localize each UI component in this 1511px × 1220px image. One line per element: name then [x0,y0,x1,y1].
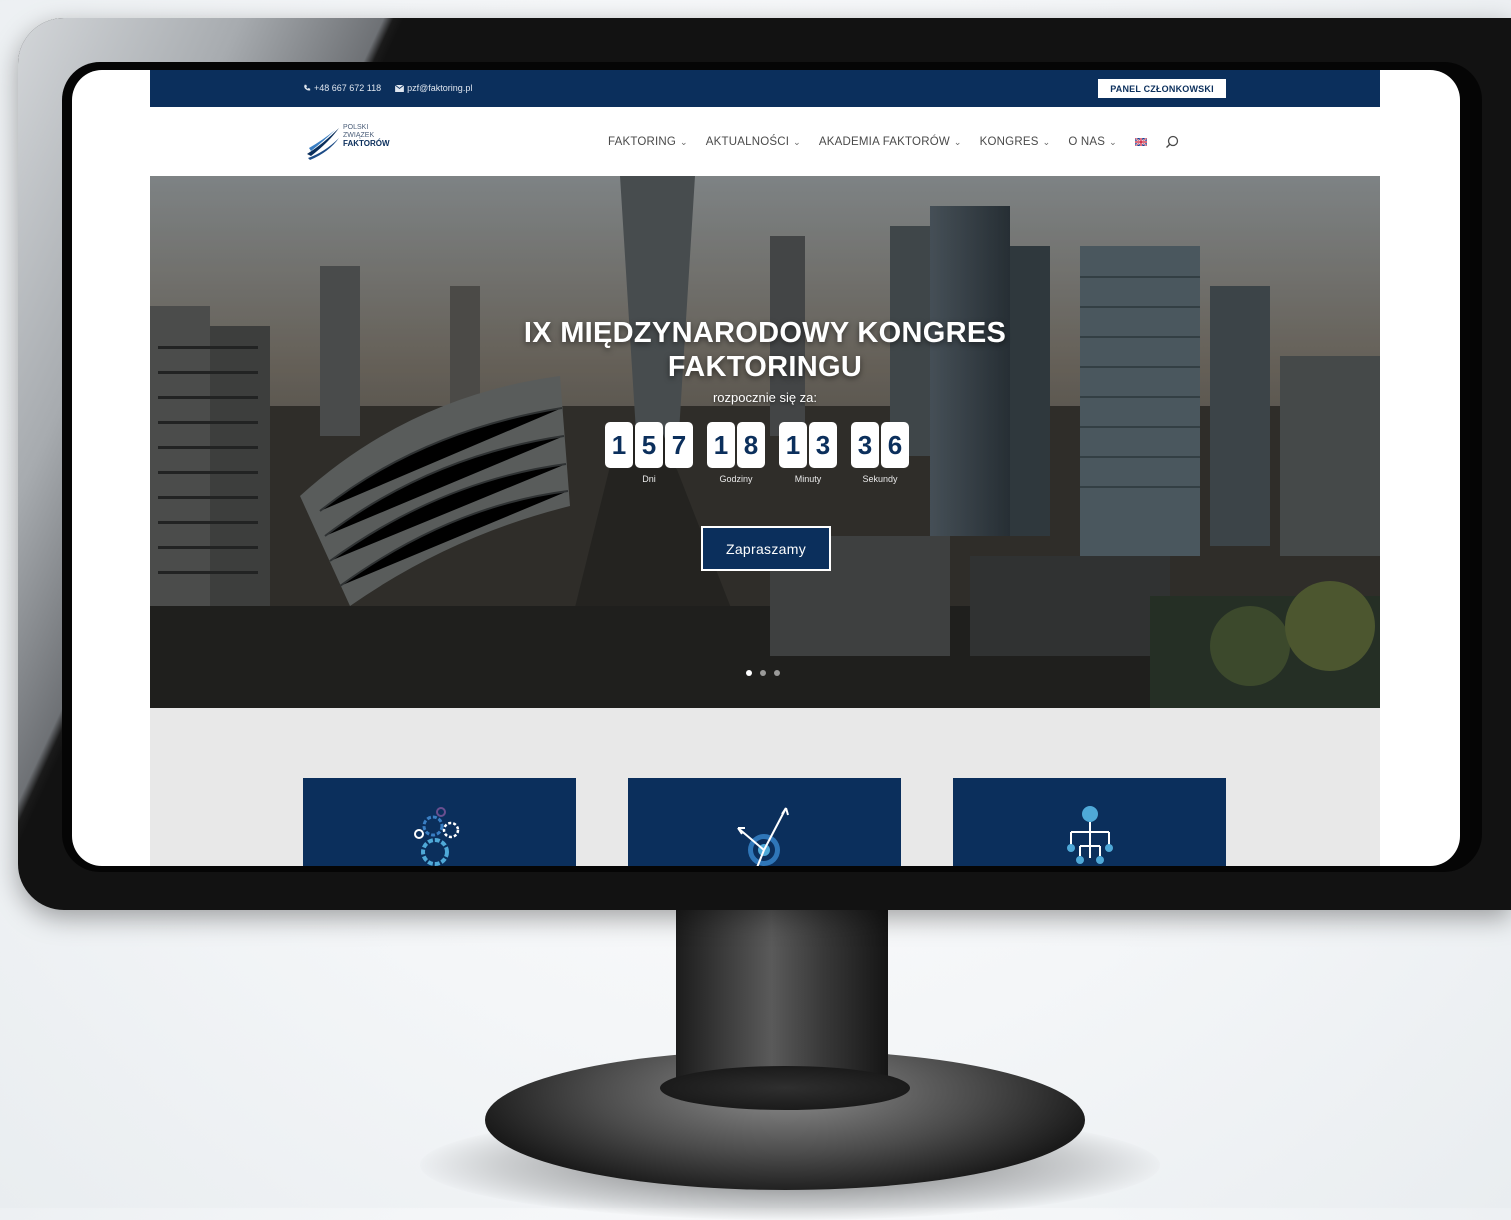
countdown-minutes: 1 3 Minuty [779,422,837,484]
countdown-timer: 1 5 7 Dni 1 8 Godziny 1 3 Minuty 3 6 Sek… [605,422,909,484]
countdown-label: Sekundy [862,474,898,484]
countdown-label: Dni [642,474,656,484]
countdown-label: Godziny [719,474,753,484]
monitor-screen: +48 667 672 118 pzf@faktoring.pl PANEL C… [72,70,1460,866]
countdown-digit: 7 [665,422,693,468]
email-link[interactable]: pzf@faktoring.pl [395,83,472,93]
menu-label: AKADEMIA FAKTORÓW [818,136,950,148]
logo-line-1: POLSKI [343,124,369,131]
feature-card-3[interactable] [953,778,1226,866]
chevron-down-icon: ⌄ [1042,136,1051,147]
org-structure-icon [1067,806,1113,864]
countdown-digit: 1 [779,422,807,468]
countdown-digit: 6 [881,422,909,468]
countdown-label: Minuty [794,474,822,484]
menu-item-aktualnosci[interactable]: AKTUALNOŚCI ⌄ [706,136,801,148]
search-icon[interactable] [1165,135,1179,149]
hero-title-line-1: IX MIĘDZYNARODOWY KONGRES [523,317,1007,349]
email-address: pzf@faktoring.pl [407,83,473,93]
menu-item-o-nas[interactable]: O NAS ⌄ [1068,136,1117,148]
menu-label: KONGRES [979,136,1039,148]
chevron-down-icon: ⌄ [680,136,688,147]
countdown-hours: 1 8 Godziny [707,422,765,484]
menu-label: O NAS [1068,136,1106,148]
site-logo[interactable]: POLSKI ZWIĄZEK FAKTORÓW [305,122,405,162]
contact-info: +48 667 672 118 pzf@faktoring.pl [303,83,472,93]
countdown-digit: 1 [707,422,735,468]
countdown-digit: 1 [605,422,633,468]
gears-icon [414,807,460,866]
slider-pagination [746,670,780,676]
hero-slider: IX MIĘDZYNARODOWY KONGRES FAKTORINGU roz… [150,176,1380,708]
menu-item-kongres[interactable]: KONGRES ⌄ [980,136,1051,148]
logo-swoosh-icon [307,128,339,160]
invite-button[interactable]: Zapraszamy [701,526,831,571]
feature-card-2[interactable] [628,778,901,866]
countdown-digit: 8 [737,422,765,468]
target-arrows-icon [737,807,789,866]
chevron-down-icon: ⌄ [1109,136,1117,147]
slider-dot-3[interactable] [774,670,780,676]
hero-title: IX MIĘDZYNARODOWY KONGRES FAKTORINGU [150,316,1380,384]
monitor-neck-foot [660,1066,910,1110]
countdown-digit: 5 [635,422,663,468]
slider-dot-2[interactable] [760,670,766,676]
hero-title-line-2: FAKTORINGU [667,351,863,383]
phone-number: +48 667 672 118 [314,83,382,93]
member-panel-button[interactable]: PANEL CZŁONKOWSKI [1098,79,1226,98]
chevron-down-icon: ⌄ [793,136,801,147]
countdown-digit: 3 [809,422,837,468]
phone-link[interactable]: +48 667 672 118 [303,83,381,93]
logo-line-3: FAKTORÓW [343,139,390,148]
countdown-digit: 3 [851,422,879,468]
uk-flag-icon[interactable] [1134,138,1147,146]
hero-subtitle: rozpocznie się za: [712,390,818,405]
monitor-neck [676,906,888,1086]
feature-card-1[interactable] [303,778,576,866]
logo-text: POLSKI ZWIĄZEK FAKTORÓW [343,124,390,149]
top-bar: +48 667 672 118 pzf@faktoring.pl PANEL C… [150,70,1380,107]
slider-dot-1[interactable] [746,670,752,676]
countdown-days: 1 5 7 Dni [605,422,693,484]
main-navbar: POLSKI ZWIĄZEK FAKTORÓW FAKTORING ⌄ AKTUA… [150,107,1380,176]
website: +48 667 672 118 pzf@faktoring.pl PANEL C… [150,70,1380,866]
phone-icon [304,84,311,91]
main-menu: FAKTORING ⌄ AKTUALNOŚCI ⌄ AKADEMIA FAKTORÓ… [608,135,1179,149]
chevron-down-icon: ⌄ [953,136,962,147]
menu-item-faktoring[interactable]: FAKTORING ⌄ [608,136,688,148]
menu-label: FAKTORING [608,136,677,148]
envelope-icon [395,84,405,92]
countdown-seconds: 3 6 Sekundy [851,422,909,484]
menu-item-akademia[interactable]: AKADEMIA FAKTORÓW ⌄ [819,136,962,148]
menu-label: AKTUALNOŚCI [705,136,790,148]
